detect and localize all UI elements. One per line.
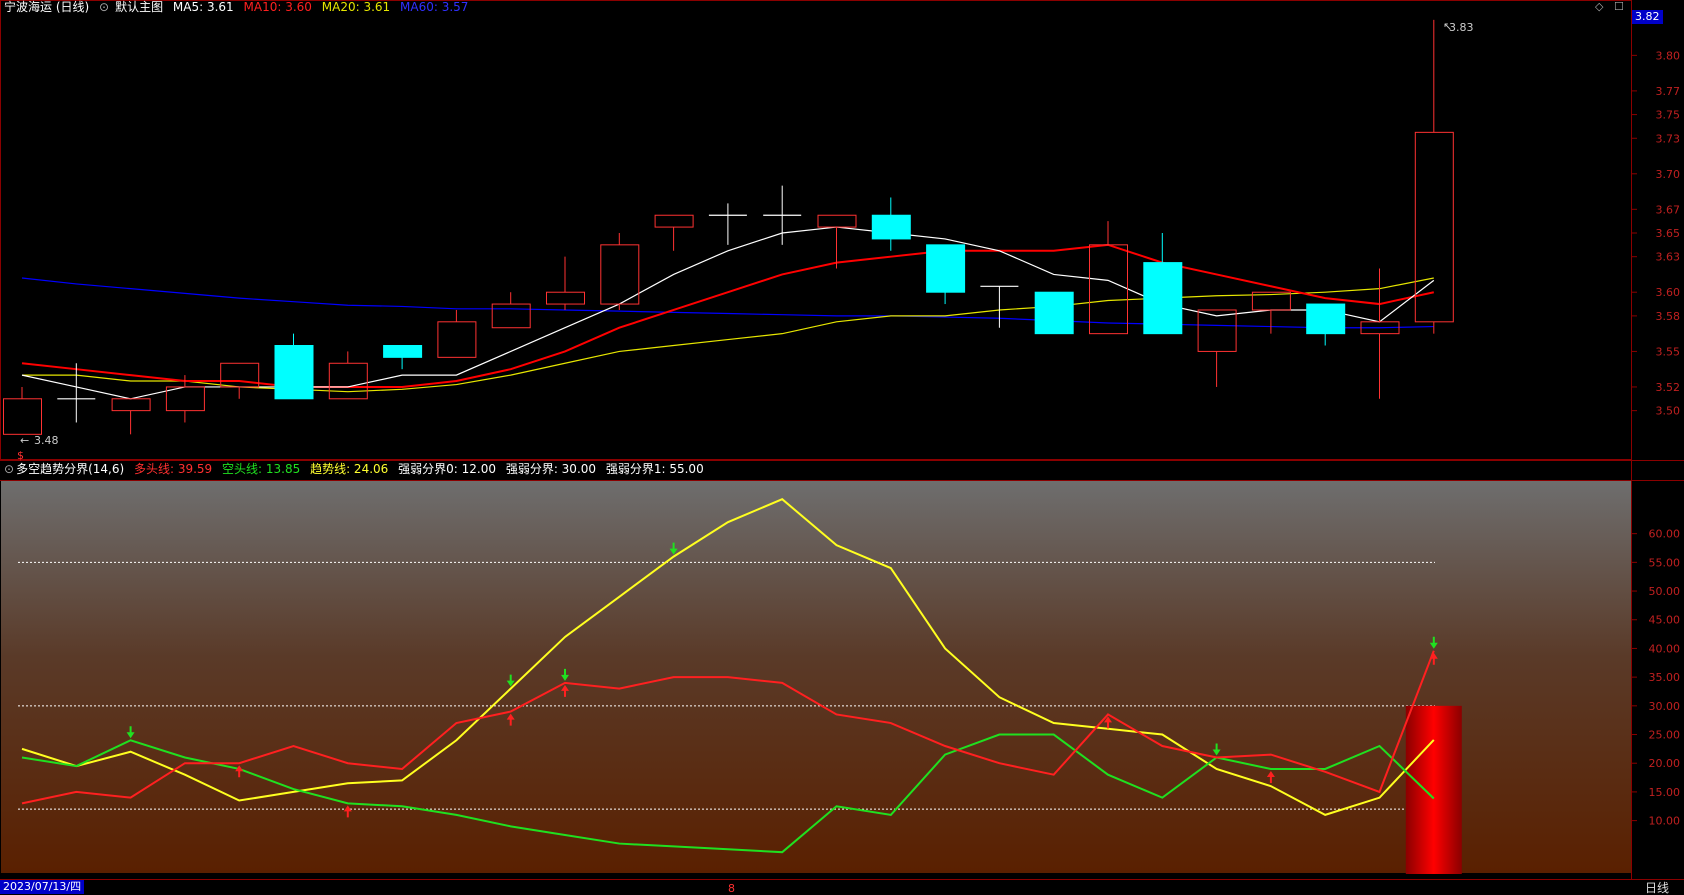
indicator-tick-label: 20.00 <box>1649 757 1681 770</box>
indicator-tick-label: 55.00 <box>1649 556 1681 569</box>
price-tick-label: 3.67 <box>1656 203 1681 216</box>
indicator-name[interactable]: 多空趋势分界(14,6) <box>16 462 124 476</box>
chart-canvas[interactable]: 3.80 3.77 3.75 3.73 3.70 3.67 3.65 3.63 3.60 3.58… <box>0 0 1684 895</box>
ma10-value: MA10: 3.60 <box>243 0 312 14</box>
candle-body <box>1143 262 1183 335</box>
high-value: 3.83 <box>1449 21 1474 34</box>
level1-value: 强弱分界1: 55.00 <box>605 462 704 476</box>
price-tick-label: 3.63 <box>1656 251 1681 264</box>
price-tick-label: 3.55 <box>1656 345 1681 358</box>
main-panel[interactable] <box>0 0 1632 460</box>
price-tick-label: 3.70 <box>1656 168 1681 181</box>
indicator-tick-label: 10.00 <box>1649 815 1681 828</box>
main-header: 宁波海运 (日线) ⊙ 默认主图 MA5: 3.61 MA10: 3.60 MA2… <box>4 0 474 14</box>
ma60-value: MA60: 3.57 <box>400 0 469 14</box>
indicator-tick-label: 40.00 <box>1649 642 1681 655</box>
price-tick-label: 3.75 <box>1656 109 1681 122</box>
indicator-header: ⊙ 多空趋势分界(14,6) 多头线: 39.59 空头线: 13.85 趋势线:… <box>4 462 710 476</box>
indicator-tick-label: 35.00 <box>1649 671 1681 684</box>
low-marker: $ <box>17 449 24 462</box>
candle-body <box>871 214 911 240</box>
price-axis: 3.80 3.77 3.75 3.73 3.70 3.67 3.65 3.63 3.60 3.58… <box>1632 49 1681 418</box>
period-label[interactable]: 日线 <box>1645 881 1669 895</box>
stock-title[interactable]: 宁波海运 (日线) <box>4 0 89 14</box>
price-tick-label: 3.80 <box>1656 49 1681 62</box>
ma20-value: MA20: 3.61 <box>321 0 391 14</box>
bear-line-value: 空头线: 13.85 <box>222 462 301 476</box>
candle-body <box>1034 291 1074 335</box>
indicator-tick-label: 15.00 <box>1649 786 1681 799</box>
candle-body <box>1306 303 1346 335</box>
candle-body <box>926 244 966 293</box>
indicator-tick-label: 30.00 <box>1649 700 1681 713</box>
indicator-tick-label: 60.00 <box>1649 528 1681 541</box>
template-dropdown-icon[interactable]: ⊙ <box>99 0 109 14</box>
price-tick-label: 3.73 <box>1656 132 1681 145</box>
indicator-tick-label: 45.00 <box>1649 614 1681 627</box>
indicator-axis: 60.00 55.00 50.00 45.00 40.00 35.00 30.00 25.00… <box>1632 528 1680 828</box>
bull-line-value: 多头线: 39.59 <box>133 462 213 476</box>
level-value: 强弱分界: 30.00 <box>505 462 597 476</box>
template-name[interactable]: 默认主图 <box>115 0 163 14</box>
trend-line-value: 趋势线: 24.06 <box>310 462 389 476</box>
current-price-tag: 3.82 <box>1632 10 1663 24</box>
candle-body <box>383 345 423 358</box>
level0-value: 强弱分界0: 12.00 <box>398 462 496 476</box>
mid-marker: 8 <box>728 882 735 895</box>
indicator-tick-label: 25.00 <box>1649 729 1681 742</box>
low-arrow-icon: ← <box>20 434 29 447</box>
signal-bar <box>1405 705 1462 874</box>
price-tick-label: 3.58 <box>1656 310 1681 323</box>
price-tick-label: 3.65 <box>1656 227 1681 240</box>
price-tick-label: 3.50 <box>1656 405 1681 418</box>
window-icon[interactable]: ☐ <box>1614 0 1624 13</box>
ma5-value: MA5: 3.61 <box>172 0 234 14</box>
price-tick-label: 3.60 <box>1656 286 1681 299</box>
indicator-panel[interactable] <box>1 481 1632 873</box>
price-tick-label: 3.77 <box>1656 85 1681 98</box>
candle-body <box>274 345 314 400</box>
low-value: 3.48 <box>34 434 59 447</box>
signal-bar <box>1405 705 1462 874</box>
price-tick-label: 3.52 <box>1656 381 1681 394</box>
indicator-dropdown-icon[interactable]: ⊙ <box>4 462 14 476</box>
diamond-icon[interactable]: ◇ <box>1595 0 1603 13</box>
indicator-tick-label: 50.00 <box>1649 585 1681 598</box>
date-label: 2023/07/13/四 <box>0 880 85 894</box>
